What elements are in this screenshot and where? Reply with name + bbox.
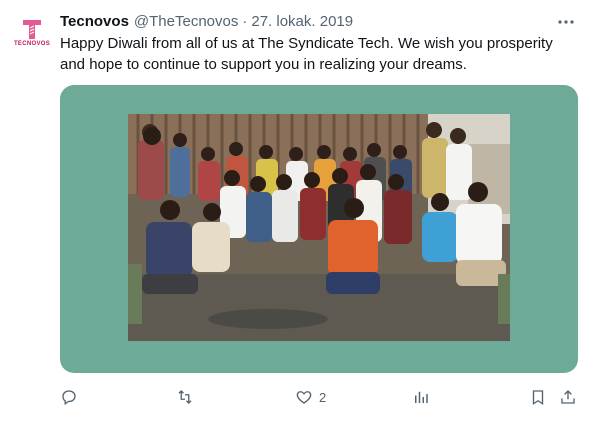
retweet-icon — [178, 390, 192, 404]
tweet-text: Happy Diwali from all of us at The Syndi… — [60, 35, 553, 73]
share-button[interactable] — [559, 386, 577, 408]
bookmark-button[interactable] — [529, 386, 547, 408]
separator-dot: · — [242, 12, 248, 30]
bookmark-icon — [532, 390, 544, 406]
like-count: 2 — [319, 389, 327, 405]
tweet-date[interactable]: 27. lokak. 2019 — [251, 13, 353, 30]
reply-icon — [62, 390, 76, 406]
account-name[interactable]: Tecnovos — [60, 13, 129, 30]
tecnovos-logo-icon — [23, 19, 41, 39]
account-handle[interactable]: @TheTecnovos — [134, 13, 238, 30]
reply-button[interactable] — [60, 386, 78, 408]
share-icon — [561, 390, 575, 404]
tweet-header: Tecnovos @TheTecnovos · 27. lokak. 2019 — [60, 11, 562, 31]
group-photo-illustration — [128, 114, 510, 341]
like-button[interactable]: 2 — [295, 386, 326, 408]
more-icon — [558, 20, 574, 24]
retweet-button[interactable] — [176, 386, 194, 408]
avatar-brand-text: TECNOVOS — [13, 40, 51, 47]
views-icon — [415, 391, 428, 403]
heart-icon — [296, 391, 312, 404]
action-bar: 2 — [60, 386, 580, 408]
views-button[interactable] — [412, 386, 430, 408]
more-options-button[interactable] — [556, 12, 576, 32]
group-photo[interactable] — [128, 114, 510, 341]
avatar[interactable]: TECNOVOS — [12, 12, 52, 52]
media-card[interactable] — [60, 85, 578, 373]
